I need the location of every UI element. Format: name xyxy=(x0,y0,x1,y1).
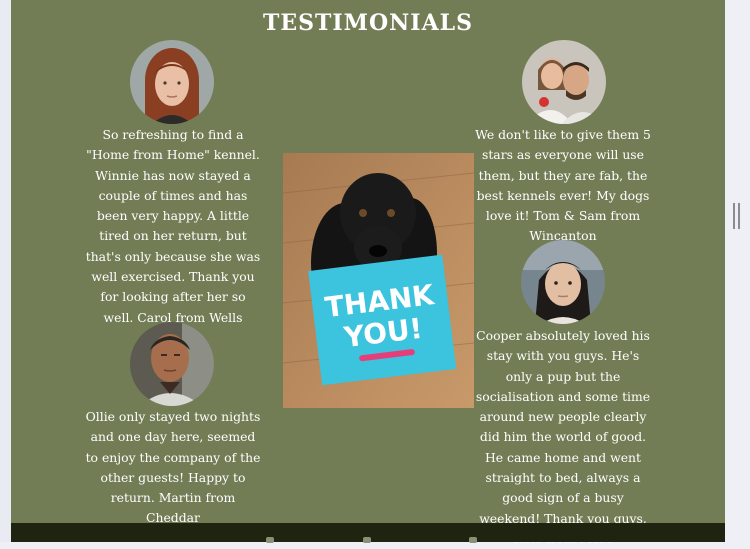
elderly-man-portrait-icon xyxy=(130,322,214,406)
testimonial-carol: So refreshing to find a "Home from Home"… xyxy=(85,127,261,325)
avatar-kate xyxy=(521,240,605,324)
page-left-margin xyxy=(0,0,11,542)
avatar-martin xyxy=(130,322,214,406)
avatar-carol xyxy=(130,40,214,124)
dog-with-card-image: THANK YOU! xyxy=(283,153,474,408)
testimonials-section: TESTIMONIALS So refreshing to find a "Ho… xyxy=(11,0,725,546)
twitter-icon[interactable] xyxy=(469,537,477,543)
testimonial-martin: Ollie only stayed two nights and one day… xyxy=(85,409,261,526)
couple-portrait-icon xyxy=(522,40,606,124)
scrollbar-grip[interactable] xyxy=(733,203,740,229)
facebook-icon[interactable] xyxy=(266,537,274,543)
young-woman-portrait-icon xyxy=(521,240,605,324)
dog-thank-you-photo: THANK YOU! xyxy=(283,153,474,408)
testimonial-tom-sam: We don't like to give them 5 stars as ev… xyxy=(475,127,651,244)
testimonial-kate: Cooper absolutely loved his stay with yo… xyxy=(475,328,651,546)
woman-portrait-icon xyxy=(130,40,214,124)
footer-bar xyxy=(11,523,725,543)
avatar-tom-sam xyxy=(522,40,606,124)
instagram-icon[interactable] xyxy=(363,537,371,543)
scrollbar-track[interactable] xyxy=(725,0,750,542)
section-title: TESTIMONIALS xyxy=(262,10,474,36)
